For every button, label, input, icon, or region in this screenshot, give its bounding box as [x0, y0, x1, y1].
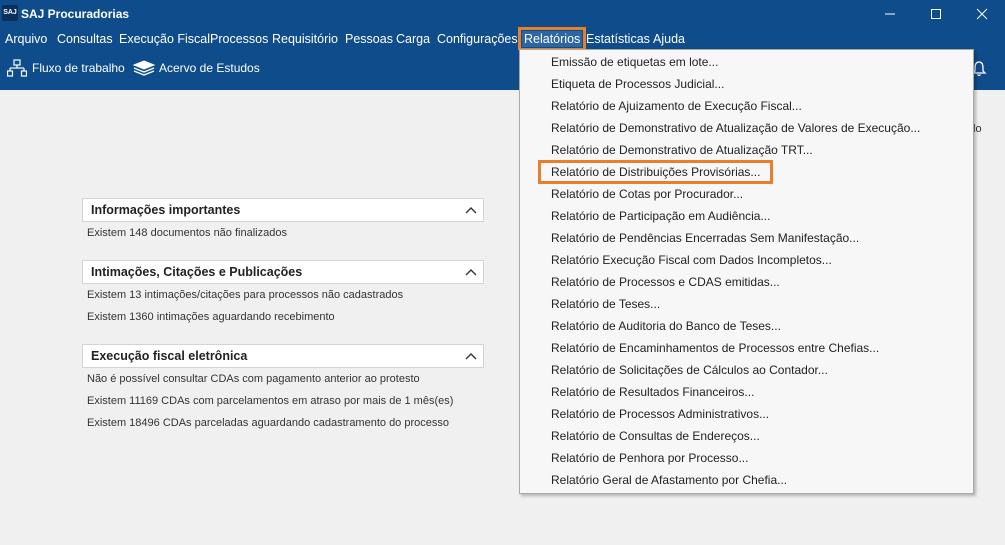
menu-bar: Arquivo Consultas Execução Fiscal Proces…: [0, 27, 1005, 51]
chevron-up-icon[interactable]: [465, 351, 477, 361]
menu-item-processos-administrativos[interactable]: Relatório de Processos Administrativos..…: [551, 405, 769, 423]
maximize-button[interactable]: [913, 0, 959, 28]
menu-requisitorio[interactable]: Requisitório: [272, 31, 338, 47]
maximize-icon: [931, 9, 941, 19]
menu-configuracoes[interactable]: Configurações: [437, 31, 518, 47]
menu-item-auditoria-teses[interactable]: Relatório de Auditoria do Banco de Teses…: [551, 317, 781, 335]
menu-item-ajuizamento[interactable]: Relatório de Ajuizamento de Execução Fis…: [551, 97, 802, 115]
menu-item-emissao-etiquetas[interactable]: Emissão de etiquetas em lote...: [551, 53, 718, 71]
minimize-icon: [885, 13, 895, 15]
menu-item-demonstrativo-trt[interactable]: Relatório de Demonstrativo de Atualizaçã…: [551, 141, 813, 159]
workflow-icon: [7, 59, 27, 77]
workflow-label: Fluxo de trabalho: [32, 61, 125, 75]
menu-item-etiqueta-processos[interactable]: Etiqueta de Processos Judicial...: [551, 75, 724, 93]
menu-item-execucao-incompletos[interactable]: Relatório Execução Fiscal com Dados Inco…: [551, 251, 832, 269]
studies-button[interactable]: Acervo de Estudos: [132, 58, 260, 78]
menu-item-solicitacoes-calculos[interactable]: Relatório de Solicitações de Cálculos ao…: [551, 361, 828, 379]
panel-line: Não é possível consultar CDAs com pagame…: [87, 373, 420, 385]
panel-line: Existem 18496 CDAs parceladas aguardando…: [87, 417, 449, 429]
menu-item-demonstrativo-valores[interactable]: Relatório de Demonstrativo de Atualizaçã…: [551, 119, 920, 137]
menu-item-distribuicoes-provisorias[interactable]: Relatório de Distribuições Provisórias..…: [537, 160, 774, 184]
window-title: SAJ Procuradorias: [21, 7, 130, 21]
menu-relatorios[interactable]: Relatórios: [517, 27, 587, 51]
menu-item-afastamento-chefia[interactable]: Relatório Geral de Afastamento por Chefi…: [551, 471, 787, 489]
menu-execucao-fiscal[interactable]: Execução Fiscal: [119, 31, 210, 47]
partial-right-text: lo: [973, 123, 982, 135]
chevron-up-icon[interactable]: [465, 267, 477, 277]
panel-line: Existem 11169 CDAs com parcelamentos em …: [87, 395, 454, 407]
panel-informacoes[interactable]: Informações importantes: [82, 198, 484, 222]
workflow-button[interactable]: Fluxo de trabalho: [7, 58, 125, 78]
menu-item-teses[interactable]: Relatório de Teses...: [551, 295, 660, 313]
menu-estatisticas[interactable]: Estatísticas: [586, 31, 650, 47]
menu-item-resultados-financeiros[interactable]: Relatório de Resultados Financeiros...: [551, 383, 754, 401]
panel-title: Execução fiscal eletrônica: [91, 349, 248, 363]
menu-item-participacao-audiencia[interactable]: Relatório de Participação em Audiência..…: [551, 207, 770, 225]
menu-item-penhora-processo[interactable]: Relatório de Penhora por Processo...: [551, 449, 748, 467]
panel-title: Informações importantes: [91, 203, 241, 217]
menu-carga[interactable]: Carga: [396, 31, 430, 47]
menu-item-processos-cdas[interactable]: Relatório de Processos e CDAS emitidas..…: [551, 273, 780, 291]
minimize-button[interactable]: [867, 0, 913, 28]
menu-arquivo[interactable]: Arquivo: [5, 31, 47, 47]
menu-item-cotas-procurador[interactable]: Relatório de Cotas por Procurador...: [551, 185, 743, 203]
panel-title: Intimações, Citações e Publicações: [91, 265, 303, 279]
panel-line: Existem 13 intimações/citações para proc…: [87, 289, 404, 301]
reports-dropdown-menu: Emissão de etiquetas em lote... Etiqueta…: [519, 49, 974, 494]
panel-execucao-fiscal[interactable]: Execução fiscal eletrônica: [82, 344, 484, 368]
menu-item-pendencias-encerradas[interactable]: Relatório de Pendências Encerradas Sem M…: [551, 229, 859, 247]
books-icon: [132, 60, 156, 76]
close-button[interactable]: [959, 0, 1005, 28]
app-logo: SAJ: [2, 5, 18, 21]
panel-line: Existem 1360 intimações aguardando receb…: [87, 311, 335, 323]
menu-item-consultas-enderecos[interactable]: Relatório de Consultas de Endereços...: [551, 427, 760, 445]
menu-pessoas[interactable]: Pessoas: [345, 31, 393, 47]
studies-label: Acervo de Estudos: [159, 61, 260, 75]
panel-intimacoes[interactable]: Intimações, Citações e Publicações: [82, 260, 484, 284]
close-icon: [976, 8, 988, 20]
chevron-up-icon[interactable]: [465, 205, 477, 215]
menu-processos[interactable]: Processos: [210, 31, 268, 47]
menu-item-encaminhamentos[interactable]: Relatório de Encaminhamentos de Processo…: [551, 339, 879, 357]
panel-line: Existem 148 documentos não finalizados: [87, 227, 287, 239]
title-bar: SAJ SAJ Procuradorias: [0, 0, 1005, 28]
menu-consultas[interactable]: Consultas: [57, 31, 113, 47]
menu-ajuda[interactable]: Ajuda: [653, 31, 685, 47]
